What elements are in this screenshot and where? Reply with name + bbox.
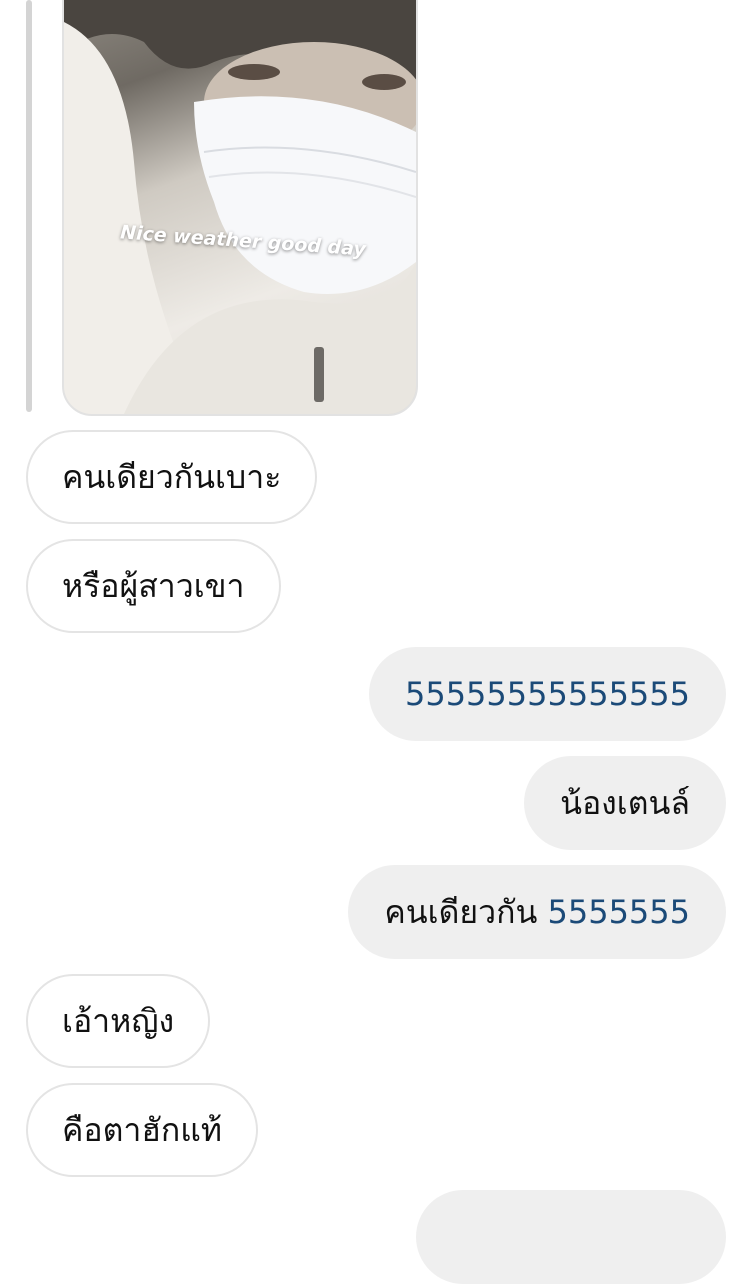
message-bubble-incoming[interactable]: คนเดียวกันเบาะ bbox=[26, 430, 318, 524]
message-text: คนเดียวกัน bbox=[384, 892, 538, 931]
message-bubble-outgoing[interactable]: คนเดียวกัน 5555555 bbox=[348, 865, 726, 959]
message-bubble-incoming[interactable]: คือตาฮักแท้ bbox=[26, 1083, 258, 1177]
message-bubble-outgoing-partial[interactable] bbox=[416, 1190, 726, 1284]
message-text: คนเดียวกันเบาะ bbox=[62, 457, 282, 496]
reply-indicator-bar bbox=[26, 0, 32, 412]
message-bubble-outgoing[interactable]: 55555555555555 bbox=[368, 647, 726, 741]
message-bubble-incoming[interactable]: หรือผู้สาวเขา bbox=[26, 539, 281, 633]
message-text: 55555555555555 bbox=[404, 675, 690, 713]
message-text: คือตาฮักแท้ bbox=[62, 1110, 222, 1149]
story-reply-image[interactable]: Nice weather good day bbox=[62, 0, 418, 416]
message-text: เอ้าหญิง bbox=[62, 1001, 175, 1040]
message-bubble-outgoing[interactable]: น้องเตนล์ bbox=[524, 756, 726, 850]
message-text: หรือผู้สาวเขา bbox=[62, 566, 245, 605]
message-number-link[interactable]: 5555555 bbox=[547, 893, 690, 931]
message-text: น้องเตนล์ bbox=[560, 783, 690, 822]
story-photo bbox=[64, 0, 416, 414]
message-bubble-incoming[interactable]: เอ้าหญิง bbox=[26, 974, 211, 1068]
